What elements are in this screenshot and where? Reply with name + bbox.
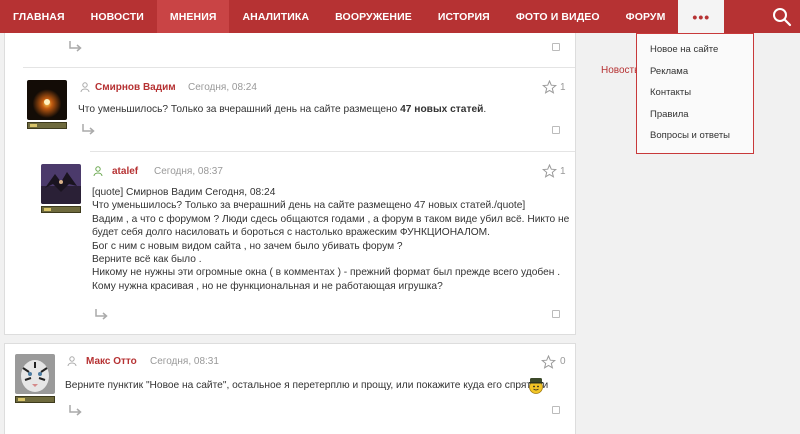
avatar[interactable]	[41, 164, 81, 204]
reply-icon[interactable]	[67, 404, 83, 418]
rank-badge	[15, 396, 55, 403]
comment-text: Что уменьшилось? Только за вчерашний ден…	[78, 103, 486, 116]
search-icon[interactable]	[772, 7, 792, 27]
like-count: 1	[560, 166, 566, 177]
comment-text-bold: 47 новых статей	[400, 104, 484, 115]
nav-item-opinions[interactable]: МНЕНИЯ	[156, 0, 230, 33]
user-icon	[80, 82, 90, 93]
star-icon[interactable]	[541, 79, 558, 94]
menu-item-advertising[interactable]: Реклама	[637, 61, 753, 83]
avatar[interactable]	[15, 354, 55, 394]
comment-line: Никому не нужны эти огромные окна ( в ко…	[92, 267, 561, 279]
select-checkbox[interactable]	[552, 43, 560, 51]
comment-time: Сегодня, 08:37	[154, 166, 223, 177]
rank-badge	[27, 122, 67, 129]
like-count: 1	[560, 82, 566, 93]
menu-item-rules[interactable]: Правила	[637, 104, 753, 126]
nav-item-history[interactable]: ИСТОРИЯ	[425, 0, 503, 33]
user-icon	[67, 356, 77, 367]
more-dropdown-menu: Новое на сайте Реклама Контакты Правила …	[636, 33, 754, 154]
comment-author[interactable]: Макс Отто	[86, 356, 137, 367]
comment-line: [quote] Смирнов Вадим Сегодня, 08:24	[92, 187, 276, 198]
comment-line: Вадим , а что с форумом ? Люди сдесь общ…	[92, 213, 570, 225]
comment-author[interactable]: atalef	[112, 166, 138, 177]
comment-line: Что уменьшилось? Только за вчерашний ден…	[92, 200, 526, 212]
nav-item-photo-video[interactable]: ФОТО И ВИДЕО	[503, 0, 613, 33]
comment-line: Кому нужна красивая , но не функциональн…	[92, 280, 443, 292]
comment-divider	[90, 151, 575, 152]
menu-item-faq[interactable]: Вопросы и ответы	[637, 125, 753, 147]
reply-icon[interactable]	[67, 40, 83, 54]
select-checkbox[interactable]	[552, 310, 560, 318]
nav-item-analytics[interactable]: АНАЛИТИКА	[229, 0, 322, 33]
nav-item-main[interactable]: ГЛАВНАЯ	[0, 0, 78, 33]
star-icon[interactable]	[541, 163, 558, 178]
menu-item-new-on-site[interactable]: Новое на сайте	[637, 39, 753, 61]
menu-item-contacts[interactable]: Контакты	[637, 82, 753, 104]
smiley-icon	[527, 376, 545, 394]
nav-more-button[interactable]: •••	[678, 0, 725, 33]
select-checkbox[interactable]	[552, 406, 560, 414]
sidebar-news-link[interactable]: Новость	[601, 65, 639, 76]
comment-divider	[23, 67, 575, 68]
nav-item-armament[interactable]: ВООРУЖЕНИЕ	[322, 0, 425, 33]
comment-card: Макс Отто Сегодня, 08:31 0 Верните пункт…	[4, 343, 576, 434]
top-nav: ГЛАВНАЯ НОВОСТИ МНЕНИЯ АНАЛИТИКА ВООРУЖЕ…	[0, 0, 800, 33]
select-checkbox[interactable]	[552, 126, 560, 134]
comment-text-end: .	[483, 104, 487, 115]
nav-item-news[interactable]: НОВОСТИ	[78, 0, 157, 33]
reply-icon[interactable]	[80, 123, 96, 137]
avatar[interactable]	[27, 80, 67, 120]
rank-badge	[41, 206, 81, 213]
comment-author[interactable]: Смирнов Вадим	[95, 82, 176, 93]
star-icon[interactable]	[540, 354, 557, 369]
comment-time: Сегодня, 08:31	[150, 356, 219, 367]
user-icon	[93, 166, 103, 177]
comment-line: Верните всё как было .	[92, 254, 202, 266]
comment-line: будет себя долго насиловать и бороться с…	[92, 227, 491, 239]
comment-text: [quote] Смирнов Вадим Сегодня, 08:24 Что…	[92, 186, 569, 293]
comment-line: Бог с ним с новым видом сайта , но зачем…	[92, 240, 403, 252]
like-count: 0	[560, 356, 566, 367]
comment-text: Верните пунктик "Новое на сайте", осталь…	[65, 380, 549, 391]
reply-icon[interactable]	[93, 308, 109, 322]
comment-time: Сегодня, 08:24	[188, 82, 257, 93]
nav-item-forum[interactable]: ФОРУМ	[613, 0, 679, 33]
comments-container: Смирнов Вадим Сегодня, 08:24 1 Что умень…	[4, 33, 576, 335]
comment-text-part: Что уменьшилось? Только за вчерашний ден…	[78, 104, 401, 115]
